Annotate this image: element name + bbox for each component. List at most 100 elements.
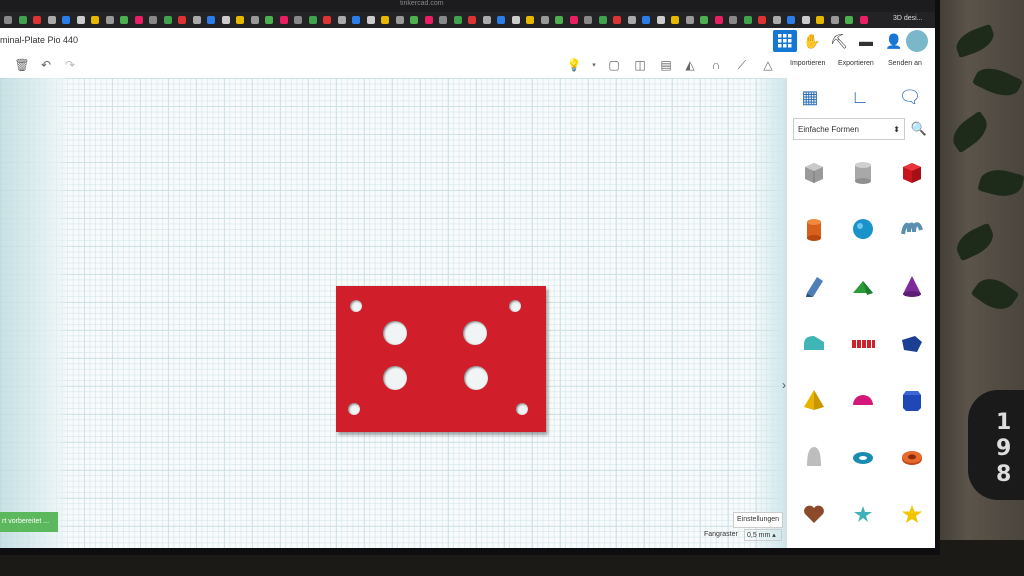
settings-button[interactable]: Einstellungen (733, 512, 783, 528)
shape-pyramid[interactable] (789, 374, 839, 426)
bookmark-favicon[interactable] (743, 16, 752, 24)
bookmark-favicon[interactable] (714, 16, 723, 24)
workplane-grid-icon[interactable]: ▦ (795, 82, 825, 112)
search-icon[interactable]: 🔍 (908, 118, 930, 140)
shape-cylinder-striped[interactable] (838, 146, 888, 198)
bookmark-favicon[interactable] (729, 16, 737, 24)
shape-half-sphere[interactable] (838, 374, 888, 426)
shape-box-striped[interactable] (789, 146, 839, 198)
hand-icon[interactable]: ✋ (800, 30, 824, 52)
light-bulb-icon[interactable]: 💡 (566, 57, 582, 73)
note-icon[interactable]: ▢ (606, 57, 622, 73)
bookmark-favicon[interactable] (700, 16, 708, 24)
ruler-l-icon[interactable]: ∟ (845, 82, 875, 112)
bookmark-favicon[interactable] (772, 16, 781, 24)
bookmark-favicon[interactable] (845, 16, 853, 24)
bookmark-favicon[interactable] (569, 16, 578, 24)
bookmark-favicon[interactable] (410, 16, 418, 24)
bookmark-favicon[interactable] (62, 16, 70, 24)
import-button[interactable]: Importieren (790, 60, 825, 67)
bookmark-favicon[interactable] (468, 16, 476, 24)
bookmark-favicon[interactable] (47, 16, 56, 24)
bookmark-favicon[interactable] (497, 16, 505, 24)
bookmark-favicon[interactable] (627, 16, 636, 24)
shape-category-select[interactable]: Einfache Formen ⬍ (793, 118, 905, 140)
shape-heart[interactable] (789, 488, 839, 540)
bookmark-favicon[interactable] (279, 16, 288, 24)
bookmark-favicon[interactable] (337, 16, 346, 24)
avatar[interactable] (906, 30, 928, 52)
shape-tube[interactable] (887, 431, 935, 483)
grid-view-button[interactable] (773, 30, 797, 52)
export-button[interactable]: Exportieren (838, 60, 874, 67)
bookmark-favicon[interactable] (33, 16, 41, 24)
workplane[interactable]: › (0, 78, 786, 548)
address-bar-url[interactable]: tinkercad.com (400, 0, 444, 8)
bricks-icon[interactable]: ▬ (854, 30, 878, 52)
shape-sphere[interactable] (838, 203, 888, 255)
design-title[interactable]: minal-Plate Pio 440 (0, 35, 78, 45)
snap-grid-select[interactable]: 0,5 mm ▴ (744, 529, 782, 541)
bookmark-favicon[interactable] (18, 16, 27, 24)
bookmark-favicon[interactable] (221, 16, 230, 24)
shape-cylinder[interactable] (789, 203, 839, 255)
shape-scribble[interactable] (887, 203, 935, 255)
bookmark-favicon[interactable] (830, 16, 839, 24)
bookmark-favicon[interactable] (511, 16, 520, 24)
bookmark-favicon[interactable] (859, 16, 868, 24)
bookmark-favicon[interactable] (671, 16, 679, 24)
shape-roof[interactable] (838, 260, 888, 312)
user-add-icon[interactable]: 👤 (882, 30, 906, 52)
shape-torus[interactable] (838, 431, 888, 483)
bookmark-favicon[interactable] (76, 16, 85, 24)
bookmark-favicon[interactable] (526, 16, 534, 24)
bookmark-favicon[interactable] (482, 16, 491, 24)
shape-box[interactable] (887, 146, 935, 198)
bookmark-favicon[interactable] (395, 16, 404, 24)
bookmark-favicon[interactable] (4, 16, 12, 24)
shape-paraboloid[interactable] (789, 431, 839, 483)
bookmark-favicon[interactable] (453, 16, 462, 24)
bookmark-favicon[interactable] (178, 16, 186, 24)
group-icon[interactable]: ◫ (632, 57, 648, 73)
bookmark-favicon[interactable] (192, 16, 201, 24)
bookmark-favicon[interactable] (149, 16, 157, 24)
bookmark-favicon[interactable] (642, 16, 650, 24)
terminal-plate-object[interactable] (336, 286, 546, 432)
bookmark-favicon[interactable] (250, 16, 259, 24)
bookmark-favicon[interactable] (656, 16, 665, 24)
shape-text-pen[interactable] (789, 260, 839, 312)
shape-hexagonal-prism[interactable] (887, 374, 935, 426)
comment-icon[interactable]: 🗨 (895, 82, 925, 112)
bookmark-favicon[interactable] (265, 16, 273, 24)
bookmark-favicon[interactable] (236, 16, 244, 24)
bookmark-favicon[interactable] (207, 16, 215, 24)
bookmark-favicon[interactable] (91, 16, 99, 24)
bookmark-favicon[interactable] (323, 16, 331, 24)
bookmark-favicon[interactable] (308, 16, 317, 24)
align-icon[interactable]: ▤ (658, 57, 674, 73)
shape-star[interactable] (838, 488, 888, 540)
shape-text[interactable] (838, 317, 888, 369)
bookmark-favicon[interactable] (540, 16, 549, 24)
shape-polygon[interactable] (887, 317, 935, 369)
shape-cone[interactable] (887, 260, 935, 312)
bookmark-favicon[interactable] (105, 16, 114, 24)
bookmark-favicon[interactable] (816, 16, 824, 24)
bookmark-favicon[interactable] (294, 16, 302, 24)
bookmark-favicon[interactable] (381, 16, 389, 24)
bookmark-favicon[interactable] (424, 16, 433, 24)
magnet-icon[interactable]: ∩ (708, 57, 724, 73)
bookmark-favicon[interactable] (787, 16, 795, 24)
send-to-button[interactable]: Senden an (888, 60, 922, 67)
bookmark-favicon[interactable] (555, 16, 563, 24)
shape-star-yellow[interactable] (887, 488, 935, 540)
bookmark-favicon[interactable] (134, 16, 143, 24)
chevron-down-icon[interactable]: ▾ (586, 57, 602, 73)
bookmark-favicon[interactable] (584, 16, 592, 24)
delete-icon[interactable]: 🗑 (14, 57, 30, 73)
redo-icon[interactable]: ↷ (62, 57, 78, 73)
bookmark-favicon[interactable] (352, 16, 360, 24)
pickaxe-icon[interactable]: ⛏ (827, 30, 851, 52)
bookmark-favicon[interactable] (439, 16, 447, 24)
